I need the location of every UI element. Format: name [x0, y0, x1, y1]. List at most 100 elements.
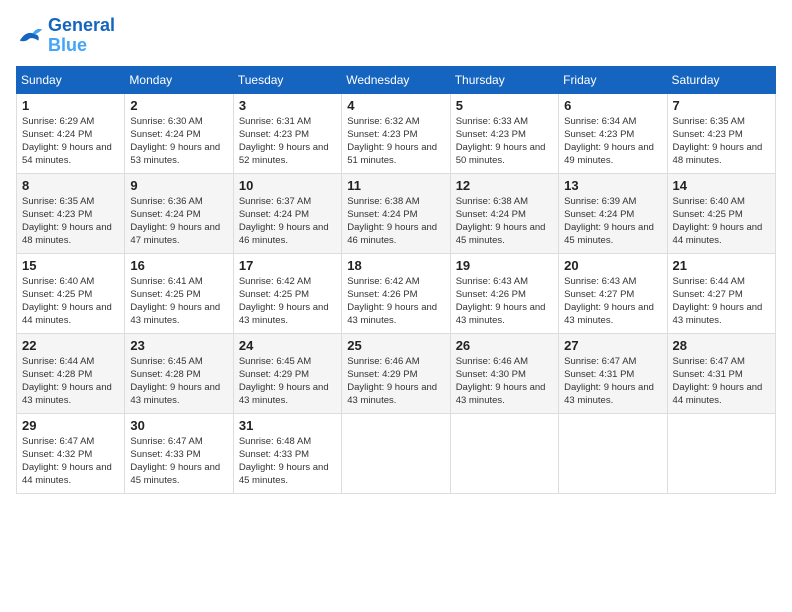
day-number: 30	[130, 418, 227, 433]
calendar-day-14: 14 Sunrise: 6:40 AM Sunset: 4:25 PM Dayl…	[667, 173, 775, 253]
empty-cell	[342, 413, 450, 493]
calendar-day-23: 23 Sunrise: 6:45 AM Sunset: 4:28 PM Dayl…	[125, 333, 233, 413]
logo-text: General Blue	[48, 16, 115, 56]
weekday-header-wednesday: Wednesday	[342, 66, 450, 93]
calendar-header-row: SundayMondayTuesdayWednesdayThursdayFrid…	[17, 66, 776, 93]
calendar-day-20: 20 Sunrise: 6:43 AM Sunset: 4:27 PM Dayl…	[559, 253, 667, 333]
day-number: 10	[239, 178, 336, 193]
calendar-day-31: 31 Sunrise: 6:48 AM Sunset: 4:33 PM Dayl…	[233, 413, 341, 493]
day-info: Sunrise: 6:39 AM Sunset: 4:24 PM Dayligh…	[564, 195, 661, 248]
calendar-day-16: 16 Sunrise: 6:41 AM Sunset: 4:25 PM Dayl…	[125, 253, 233, 333]
day-info: Sunrise: 6:45 AM Sunset: 4:28 PM Dayligh…	[130, 355, 227, 408]
day-info: Sunrise: 6:47 AM Sunset: 4:31 PM Dayligh…	[564, 355, 661, 408]
calendar-week-1: 1 Sunrise: 6:29 AM Sunset: 4:24 PM Dayli…	[17, 93, 776, 173]
day-number: 7	[673, 98, 770, 113]
day-info: Sunrise: 6:35 AM Sunset: 4:23 PM Dayligh…	[673, 115, 770, 168]
page-header: General Blue	[16, 16, 776, 56]
calendar-week-2: 8 Sunrise: 6:35 AM Sunset: 4:23 PM Dayli…	[17, 173, 776, 253]
calendar-day-3: 3 Sunrise: 6:31 AM Sunset: 4:23 PM Dayli…	[233, 93, 341, 173]
day-number: 9	[130, 178, 227, 193]
calendar-day-10: 10 Sunrise: 6:37 AM Sunset: 4:24 PM Dayl…	[233, 173, 341, 253]
day-number: 3	[239, 98, 336, 113]
day-info: Sunrise: 6:47 AM Sunset: 4:32 PM Dayligh…	[22, 435, 119, 488]
day-number: 31	[239, 418, 336, 433]
day-number: 1	[22, 98, 119, 113]
weekday-header-saturday: Saturday	[667, 66, 775, 93]
calendar-day-18: 18 Sunrise: 6:42 AM Sunset: 4:26 PM Dayl…	[342, 253, 450, 333]
day-info: Sunrise: 6:35 AM Sunset: 4:23 PM Dayligh…	[22, 195, 119, 248]
empty-cell	[450, 413, 558, 493]
day-number: 26	[456, 338, 553, 353]
day-number: 23	[130, 338, 227, 353]
day-info: Sunrise: 6:36 AM Sunset: 4:24 PM Dayligh…	[130, 195, 227, 248]
day-info: Sunrise: 6:47 AM Sunset: 4:31 PM Dayligh…	[673, 355, 770, 408]
calendar-day-29: 29 Sunrise: 6:47 AM Sunset: 4:32 PM Dayl…	[17, 413, 125, 493]
day-number: 24	[239, 338, 336, 353]
day-number: 19	[456, 258, 553, 273]
day-info: Sunrise: 6:37 AM Sunset: 4:24 PM Dayligh…	[239, 195, 336, 248]
weekday-header-friday: Friday	[559, 66, 667, 93]
day-info: Sunrise: 6:34 AM Sunset: 4:23 PM Dayligh…	[564, 115, 661, 168]
day-info: Sunrise: 6:43 AM Sunset: 4:26 PM Dayligh…	[456, 275, 553, 328]
day-info: Sunrise: 6:48 AM Sunset: 4:33 PM Dayligh…	[239, 435, 336, 488]
calendar-day-30: 30 Sunrise: 6:47 AM Sunset: 4:33 PM Dayl…	[125, 413, 233, 493]
calendar-day-5: 5 Sunrise: 6:33 AM Sunset: 4:23 PM Dayli…	[450, 93, 558, 173]
calendar-day-4: 4 Sunrise: 6:32 AM Sunset: 4:23 PM Dayli…	[342, 93, 450, 173]
day-info: Sunrise: 6:33 AM Sunset: 4:23 PM Dayligh…	[456, 115, 553, 168]
day-info: Sunrise: 6:41 AM Sunset: 4:25 PM Dayligh…	[130, 275, 227, 328]
day-number: 13	[564, 178, 661, 193]
calendar-day-28: 28 Sunrise: 6:47 AM Sunset: 4:31 PM Dayl…	[667, 333, 775, 413]
empty-cell	[559, 413, 667, 493]
day-info: Sunrise: 6:42 AM Sunset: 4:25 PM Dayligh…	[239, 275, 336, 328]
day-number: 14	[673, 178, 770, 193]
calendar-day-17: 17 Sunrise: 6:42 AM Sunset: 4:25 PM Dayl…	[233, 253, 341, 333]
calendar-day-19: 19 Sunrise: 6:43 AM Sunset: 4:26 PM Dayl…	[450, 253, 558, 333]
calendar-week-4: 22 Sunrise: 6:44 AM Sunset: 4:28 PM Dayl…	[17, 333, 776, 413]
weekday-header-tuesday: Tuesday	[233, 66, 341, 93]
day-info: Sunrise: 6:29 AM Sunset: 4:24 PM Dayligh…	[22, 115, 119, 168]
calendar-table: SundayMondayTuesdayWednesdayThursdayFrid…	[16, 66, 776, 494]
day-number: 15	[22, 258, 119, 273]
calendar-day-11: 11 Sunrise: 6:38 AM Sunset: 4:24 PM Dayl…	[342, 173, 450, 253]
day-number: 11	[347, 178, 444, 193]
calendar-day-2: 2 Sunrise: 6:30 AM Sunset: 4:24 PM Dayli…	[125, 93, 233, 173]
calendar-day-22: 22 Sunrise: 6:44 AM Sunset: 4:28 PM Dayl…	[17, 333, 125, 413]
day-number: 25	[347, 338, 444, 353]
calendar-day-13: 13 Sunrise: 6:39 AM Sunset: 4:24 PM Dayl…	[559, 173, 667, 253]
day-number: 28	[673, 338, 770, 353]
day-number: 5	[456, 98, 553, 113]
day-info: Sunrise: 6:38 AM Sunset: 4:24 PM Dayligh…	[347, 195, 444, 248]
logo: General Blue	[16, 16, 115, 56]
day-number: 20	[564, 258, 661, 273]
day-info: Sunrise: 6:44 AM Sunset: 4:27 PM Dayligh…	[673, 275, 770, 328]
day-number: 22	[22, 338, 119, 353]
calendar-day-12: 12 Sunrise: 6:38 AM Sunset: 4:24 PM Dayl…	[450, 173, 558, 253]
day-number: 18	[347, 258, 444, 273]
calendar-day-8: 8 Sunrise: 6:35 AM Sunset: 4:23 PM Dayli…	[17, 173, 125, 253]
day-number: 21	[673, 258, 770, 273]
day-info: Sunrise: 6:40 AM Sunset: 4:25 PM Dayligh…	[673, 195, 770, 248]
day-info: Sunrise: 6:32 AM Sunset: 4:23 PM Dayligh…	[347, 115, 444, 168]
weekday-header-monday: Monday	[125, 66, 233, 93]
calendar-week-3: 15 Sunrise: 6:40 AM Sunset: 4:25 PM Dayl…	[17, 253, 776, 333]
day-info: Sunrise: 6:46 AM Sunset: 4:29 PM Dayligh…	[347, 355, 444, 408]
day-info: Sunrise: 6:44 AM Sunset: 4:28 PM Dayligh…	[22, 355, 119, 408]
logo-bird-icon	[16, 24, 44, 48]
calendar-day-9: 9 Sunrise: 6:36 AM Sunset: 4:24 PM Dayli…	[125, 173, 233, 253]
day-info: Sunrise: 6:40 AM Sunset: 4:25 PM Dayligh…	[22, 275, 119, 328]
day-info: Sunrise: 6:47 AM Sunset: 4:33 PM Dayligh…	[130, 435, 227, 488]
day-info: Sunrise: 6:43 AM Sunset: 4:27 PM Dayligh…	[564, 275, 661, 328]
calendar-day-15: 15 Sunrise: 6:40 AM Sunset: 4:25 PM Dayl…	[17, 253, 125, 333]
calendar-day-7: 7 Sunrise: 6:35 AM Sunset: 4:23 PM Dayli…	[667, 93, 775, 173]
calendar-day-26: 26 Sunrise: 6:46 AM Sunset: 4:30 PM Dayl…	[450, 333, 558, 413]
day-number: 6	[564, 98, 661, 113]
day-number: 2	[130, 98, 227, 113]
day-info: Sunrise: 6:38 AM Sunset: 4:24 PM Dayligh…	[456, 195, 553, 248]
calendar-day-24: 24 Sunrise: 6:45 AM Sunset: 4:29 PM Dayl…	[233, 333, 341, 413]
day-number: 27	[564, 338, 661, 353]
day-info: Sunrise: 6:30 AM Sunset: 4:24 PM Dayligh…	[130, 115, 227, 168]
day-info: Sunrise: 6:42 AM Sunset: 4:26 PM Dayligh…	[347, 275, 444, 328]
day-number: 29	[22, 418, 119, 433]
day-number: 12	[456, 178, 553, 193]
empty-cell	[667, 413, 775, 493]
